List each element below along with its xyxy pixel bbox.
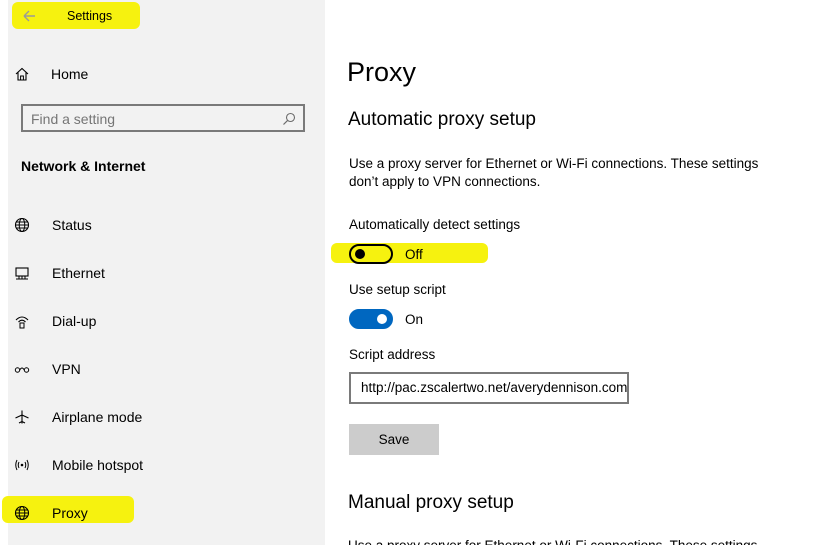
sidebar-item-status[interactable]: Status	[12, 213, 92, 237]
sidebar-item-home[interactable]: Home	[12, 63, 88, 85]
sidebar-item-mobile-hotspot[interactable]: Mobile hotspot	[12, 453, 143, 477]
vpn-icon	[12, 359, 32, 379]
setup-script-state: On	[405, 312, 424, 327]
toggle-knob	[377, 314, 387, 324]
home-icon	[12, 64, 32, 84]
setup-script-label: Use setup script	[349, 282, 446, 297]
airplane-icon	[12, 407, 32, 427]
window-title: Settings	[67, 9, 113, 23]
sidebar-item-label: Ethernet	[52, 265, 105, 281]
script-address-field[interactable]	[349, 372, 629, 404]
setup-script-toggle[interactable]	[349, 309, 393, 329]
sidebar-item-proxy[interactable]: Proxy	[12, 501, 88, 525]
dialup-icon	[12, 311, 32, 331]
search-icon[interactable]	[281, 111, 297, 127]
sidebar-item-label: Dial-up	[52, 313, 97, 329]
save-button[interactable]: Save	[349, 424, 439, 455]
sidebar-item-label: Mobile hotspot	[52, 457, 144, 473]
hotspot-icon	[12, 455, 32, 475]
sidebar-item-label: Proxy	[52, 505, 88, 521]
globe-icon	[12, 215, 32, 235]
detect-settings-label: Automatically detect settings	[349, 217, 521, 232]
back-arrow-icon[interactable]	[18, 6, 40, 26]
sidebar-item-airplane-mode[interactable]: Airplane mode	[12, 405, 142, 429]
script-address-label: Script address	[349, 347, 436, 362]
detect-settings-state: Off	[405, 247, 423, 262]
globe-icon	[12, 503, 32, 523]
search-box[interactable]	[21, 104, 305, 132]
detect-settings-toggle[interactable]	[349, 244, 393, 264]
page-title: Proxy	[347, 57, 417, 87]
sidebar-item-label: Home	[51, 66, 89, 82]
section-heading: Network & Internet	[21, 158, 146, 174]
sidebar-item-dialup[interactable]: Dial-up	[12, 309, 96, 333]
toggle-knob	[355, 249, 365, 259]
sidebar-item-ethernet[interactable]: Ethernet	[12, 261, 105, 285]
sidebar-item-vpn[interactable]: VPN	[12, 357, 81, 381]
automatic-proxy-heading: Automatic proxy setup	[348, 109, 536, 130]
ethernet-icon	[12, 263, 32, 283]
script-address-input[interactable]	[361, 380, 627, 395]
search-input[interactable]	[31, 111, 271, 127]
sidebar-item-label: VPN	[52, 361, 81, 377]
automatic-proxy-description: Use a proxy server for Ethernet or Wi-Fi…	[349, 156, 759, 189]
sidebar-item-label: Status	[52, 217, 92, 233]
sidebar-item-label: Airplane mode	[52, 409, 143, 425]
manual-proxy-description: Use a proxy server for Ethernet or Wi-Fi…	[348, 538, 788, 545]
manual-proxy-heading: Manual proxy setup	[348, 492, 514, 513]
